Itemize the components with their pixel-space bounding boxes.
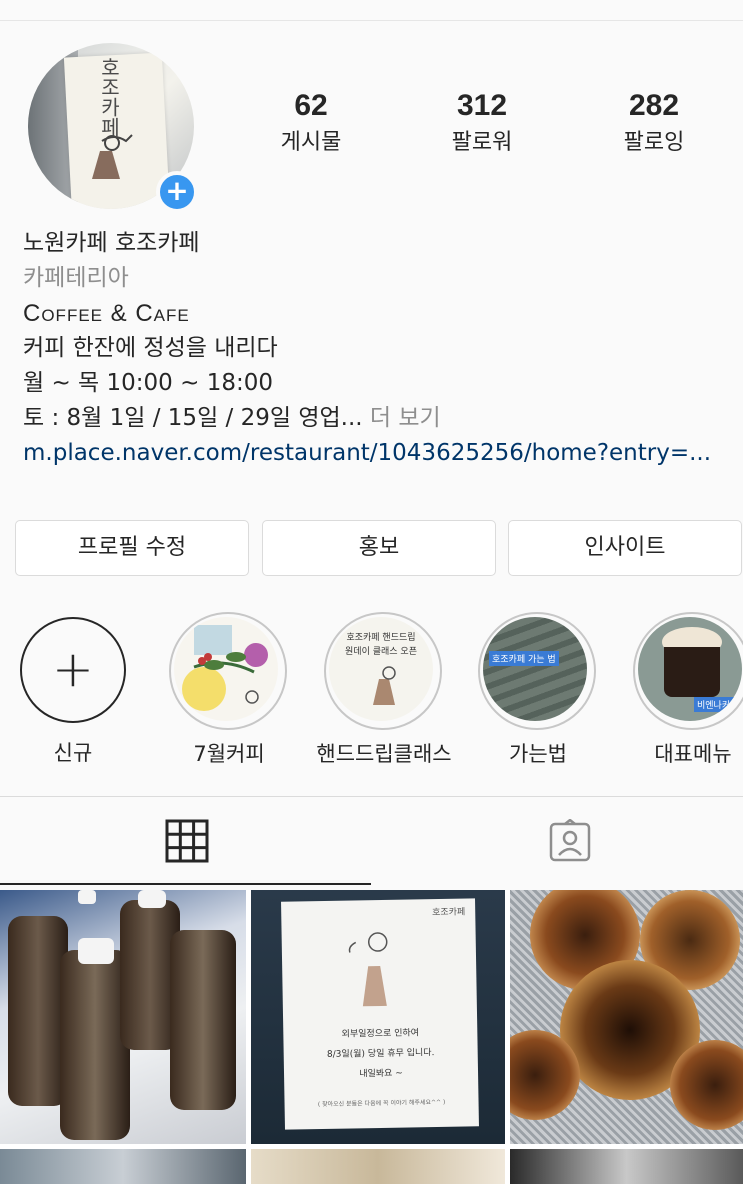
posts-count-label: 게시물 [280, 130, 342, 155]
profile-category[interactable]: 카페테리아 [23, 261, 733, 296]
add-story-button[interactable]: + [156, 171, 198, 213]
highlight-cover-stairs: 호조카페 가는 법 [483, 617, 587, 721]
highlight-label-signature-menu: 대표메뉴 [654, 742, 732, 766]
tagged-icon [549, 819, 591, 862]
bottle-shape [170, 930, 236, 1110]
followers-count[interactable]: 312 팔로워 [407, 88, 557, 158]
following-count-label: 팔로잉 [623, 130, 685, 155]
tab-posts-grid[interactable] [0, 797, 371, 885]
posts-grid: 호조카페 외부일정으로 인하여 8/3일(월) 당일 휴무 입니다. 내일봐요 … [0, 890, 743, 1184]
highlight-cover-coffee-glass: 비엔나커피 [638, 617, 742, 721]
following-count-value: 282 [628, 89, 680, 122]
promote-button[interactable]: 홍보 [262, 520, 496, 576]
post-thumbnail-egg-tarts[interactable] [510, 890, 743, 1144]
posts-count[interactable]: 62 게시물 [236, 88, 386, 158]
notice-footer: ( 찾아오신 분들은 다음에 꼭 이야기 해주세요^^ ) [317, 1098, 446, 1109]
post-thumbnail-bottles[interactable] [0, 890, 246, 1144]
egg-tart [670, 1040, 743, 1130]
bottle-cap [78, 890, 96, 904]
top-divider [0, 20, 743, 21]
coffee-plant-illustration [182, 625, 268, 711]
following-count[interactable]: 282 팔로잉 [579, 88, 729, 158]
bottle-cap [78, 938, 114, 964]
bio-line-2: 커피 한잔에 정성을 내리다 [23, 335, 278, 361]
highlight-label-july-coffee: 7월커피 [193, 742, 265, 766]
profile-name: 노원카페 호조카페 [23, 230, 200, 256]
profile-bio: 노원카페 호조카페 카페테리아 Coffee & Cafe 커피 한잔에 정성을… [23, 226, 733, 471]
highlight-label-hand-drip-class: 핸드드립클래스 [316, 742, 452, 766]
highlight-label-new: 신규 [53, 741, 93, 765]
highlight-cover-hand-drip: 호조카페 핸드드립 원데이 클래스 오픈 [329, 617, 433, 721]
highlight-cover-coffee-plant [174, 617, 278, 721]
notice-body: 외부일정으로 인하여 8/3일(월) 당일 휴무 입니다. 내일봐요 ~ [283, 1022, 478, 1085]
highlight-label-directions: 가는법 [509, 742, 567, 766]
profile-website-link[interactable]: m.place.naver.com/restaurant/1043625256/… [23, 436, 733, 471]
menu-cover-text: 비엔나커피 [694, 697, 742, 712]
notice-line-3: 내일봐요 ~ [359, 1068, 403, 1080]
dripper-icon [373, 666, 396, 705]
edit-profile-button[interactable]: 프로필 수정 [15, 520, 249, 576]
plus-icon: + [52, 640, 94, 698]
bio-line-4-text: 토 : 8월 1일 / 15일 / 29일 영업... [23, 405, 363, 431]
bottle-cap [138, 890, 166, 908]
coffee-glass [664, 647, 720, 697]
posts-count-value: 62 [294, 89, 328, 122]
avatar-poster-text: 호조카페 [97, 57, 121, 137]
coffee-pot-drawing [348, 932, 388, 1007]
notice-title: 호조카페 [432, 907, 466, 919]
bio-line-4: 토 : 8월 1일 / 15일 / 29일 영업... 더 보기 [23, 401, 733, 436]
coffee-pot-drawing [92, 134, 133, 179]
tab-tagged[interactable] [372, 797, 743, 885]
post-thumbnail-notice[interactable]: 호조카페 외부일정으로 인하여 8/3일(월) 당일 휴무 입니다. 내일봐요 … [251, 890, 505, 1144]
bio-line-3: 월 ~ 목 10:00 ~ 18:00 [23, 370, 273, 396]
more-link[interactable]: 더 보기 [363, 405, 441, 431]
insights-button[interactable]: 인사이트 [508, 520, 742, 576]
bottle-shape [8, 916, 68, 1106]
followers-count-value: 312 [456, 89, 508, 122]
post-thumbnail-storefront[interactable] [0, 1149, 246, 1184]
followers-count-label: 팔로워 [451, 130, 513, 155]
hand-drip-cover-text: 호조카페 핸드드립 원데이 클래스 오픈 [345, 633, 417, 657]
directions-cover-text: 호조카페 가는 법 [489, 651, 559, 666]
bio-line-1: Coffee & Cafe [23, 300, 190, 327]
post-thumbnail-bread[interactable] [251, 1149, 505, 1184]
post-thumbnail-machine[interactable] [510, 1149, 743, 1184]
grid-icon [165, 819, 209, 863]
notice-paper: 호조카페 외부일정으로 인하여 8/3일(월) 당일 휴무 입니다. 내일봐요 … [281, 898, 479, 1130]
